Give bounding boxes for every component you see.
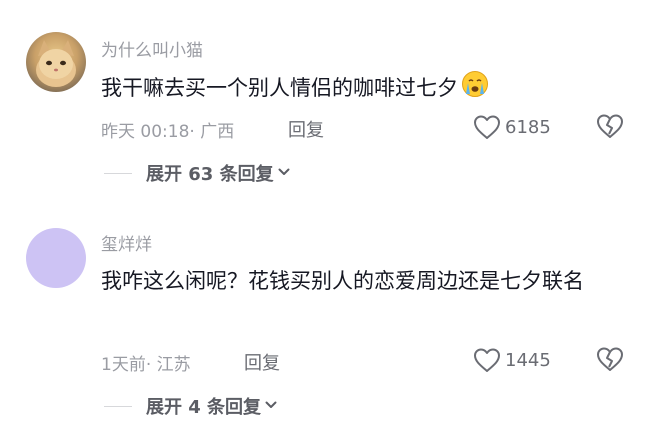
like-count: 6185 [505, 116, 551, 138]
avatar[interactable] [26, 228, 86, 288]
comment-meta: 1天前· 江苏 [101, 350, 191, 375]
comment-text: 我咋这么闲呢？花钱买别人的恋爱周边还是七夕联名 [101, 269, 584, 293]
reply-button[interactable]: 回复 [288, 116, 324, 142]
username[interactable]: 为什么叫小猫 [101, 36, 203, 61]
expand-replies-button[interactable]: 展开 63 条回复 [104, 160, 291, 186]
like-button[interactable]: 1445 [473, 346, 551, 374]
chevron-down-icon [264, 397, 278, 416]
comment-time: 1天前 [101, 355, 146, 375]
like-button[interactable]: 6185 [473, 113, 551, 141]
broken-heart-icon [597, 114, 623, 138]
expand-replies-label: 展开 4 条回复 [146, 397, 262, 418]
crying-face-icon [461, 70, 489, 110]
comment-location: · 广西 [189, 122, 235, 142]
avatar[interactable] [26, 32, 86, 92]
username[interactable]: 玺烊烊 [101, 230, 152, 255]
reply-button[interactable]: 回复 [244, 349, 280, 375]
comment-meta: 昨天 00:18· 广西 [101, 117, 234, 142]
comment-time: 昨天 00:18 [101, 122, 190, 142]
chevron-down-icon [277, 164, 291, 183]
divider [104, 172, 132, 174]
cat-photo-icon [36, 40, 76, 87]
expand-replies-button[interactable]: 展开 4 条回复 [104, 393, 278, 419]
dislike-button[interactable] [596, 346, 624, 374]
expand-replies-label: 展开 63 条回复 [146, 164, 274, 185]
comment-content: 我干嘛去买一个别人情侣的咖啡过七夕 [101, 76, 458, 100]
heart-icon [474, 348, 500, 372]
divider [104, 405, 132, 407]
comment-text: 我干嘛去买一个别人情侣的咖啡过七夕 [101, 69, 626, 110]
heart-icon [474, 115, 500, 139]
comment-location: · 江苏 [145, 355, 191, 375]
broken-heart-icon [597, 347, 623, 371]
like-count: 1445 [505, 349, 551, 371]
dislike-button[interactable] [596, 113, 624, 141]
